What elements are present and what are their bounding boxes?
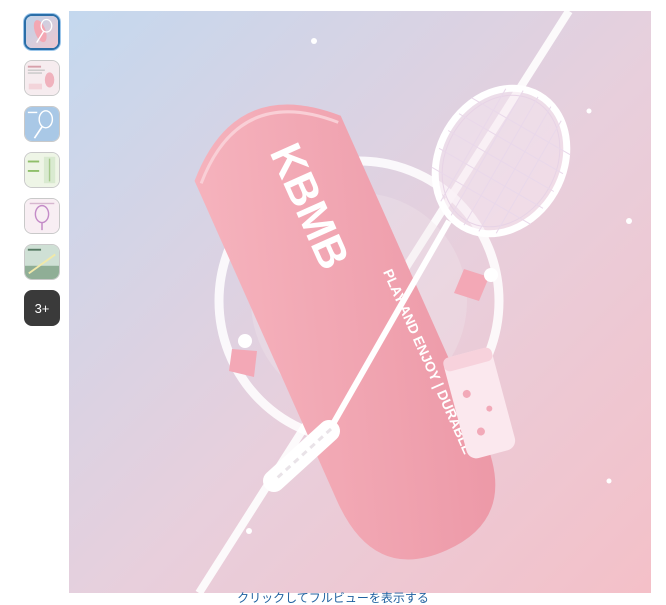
racket-detail-thumbnail-image: [25, 107, 59, 141]
thumbnail-5[interactable]: [24, 198, 60, 234]
thumbnail-2[interactable]: [24, 60, 60, 96]
more-count-label: 3+: [34, 300, 50, 316]
infographic-thumbnail-image: [25, 61, 59, 95]
full-view-caption-link[interactable]: クリックしてフルビューを表示する: [0, 591, 666, 605]
thumbnail-1[interactable]: [24, 14, 60, 50]
racket-head-thumbnail-image: [25, 199, 59, 233]
racket-thumbnail-image: [26, 16, 58, 48]
lifestyle-thumbnail-image: [25, 245, 59, 279]
features-thumbnail-image: [25, 153, 59, 187]
more-thumbnails-button[interactable]: 3+: [24, 290, 60, 326]
thumbnail-3[interactable]: [24, 106, 60, 142]
badminton-racket-set-image: KBMB PLAY AND ENJOY | DURABLE: [69, 11, 651, 593]
main-product-image[interactable]: KBMB PLAY AND ENJOY | DURABLE: [69, 11, 651, 593]
thumbnail-4[interactable]: [24, 152, 60, 188]
thumbnail-6[interactable]: [24, 244, 60, 280]
thumbnail-strip: 3+: [24, 14, 64, 336]
